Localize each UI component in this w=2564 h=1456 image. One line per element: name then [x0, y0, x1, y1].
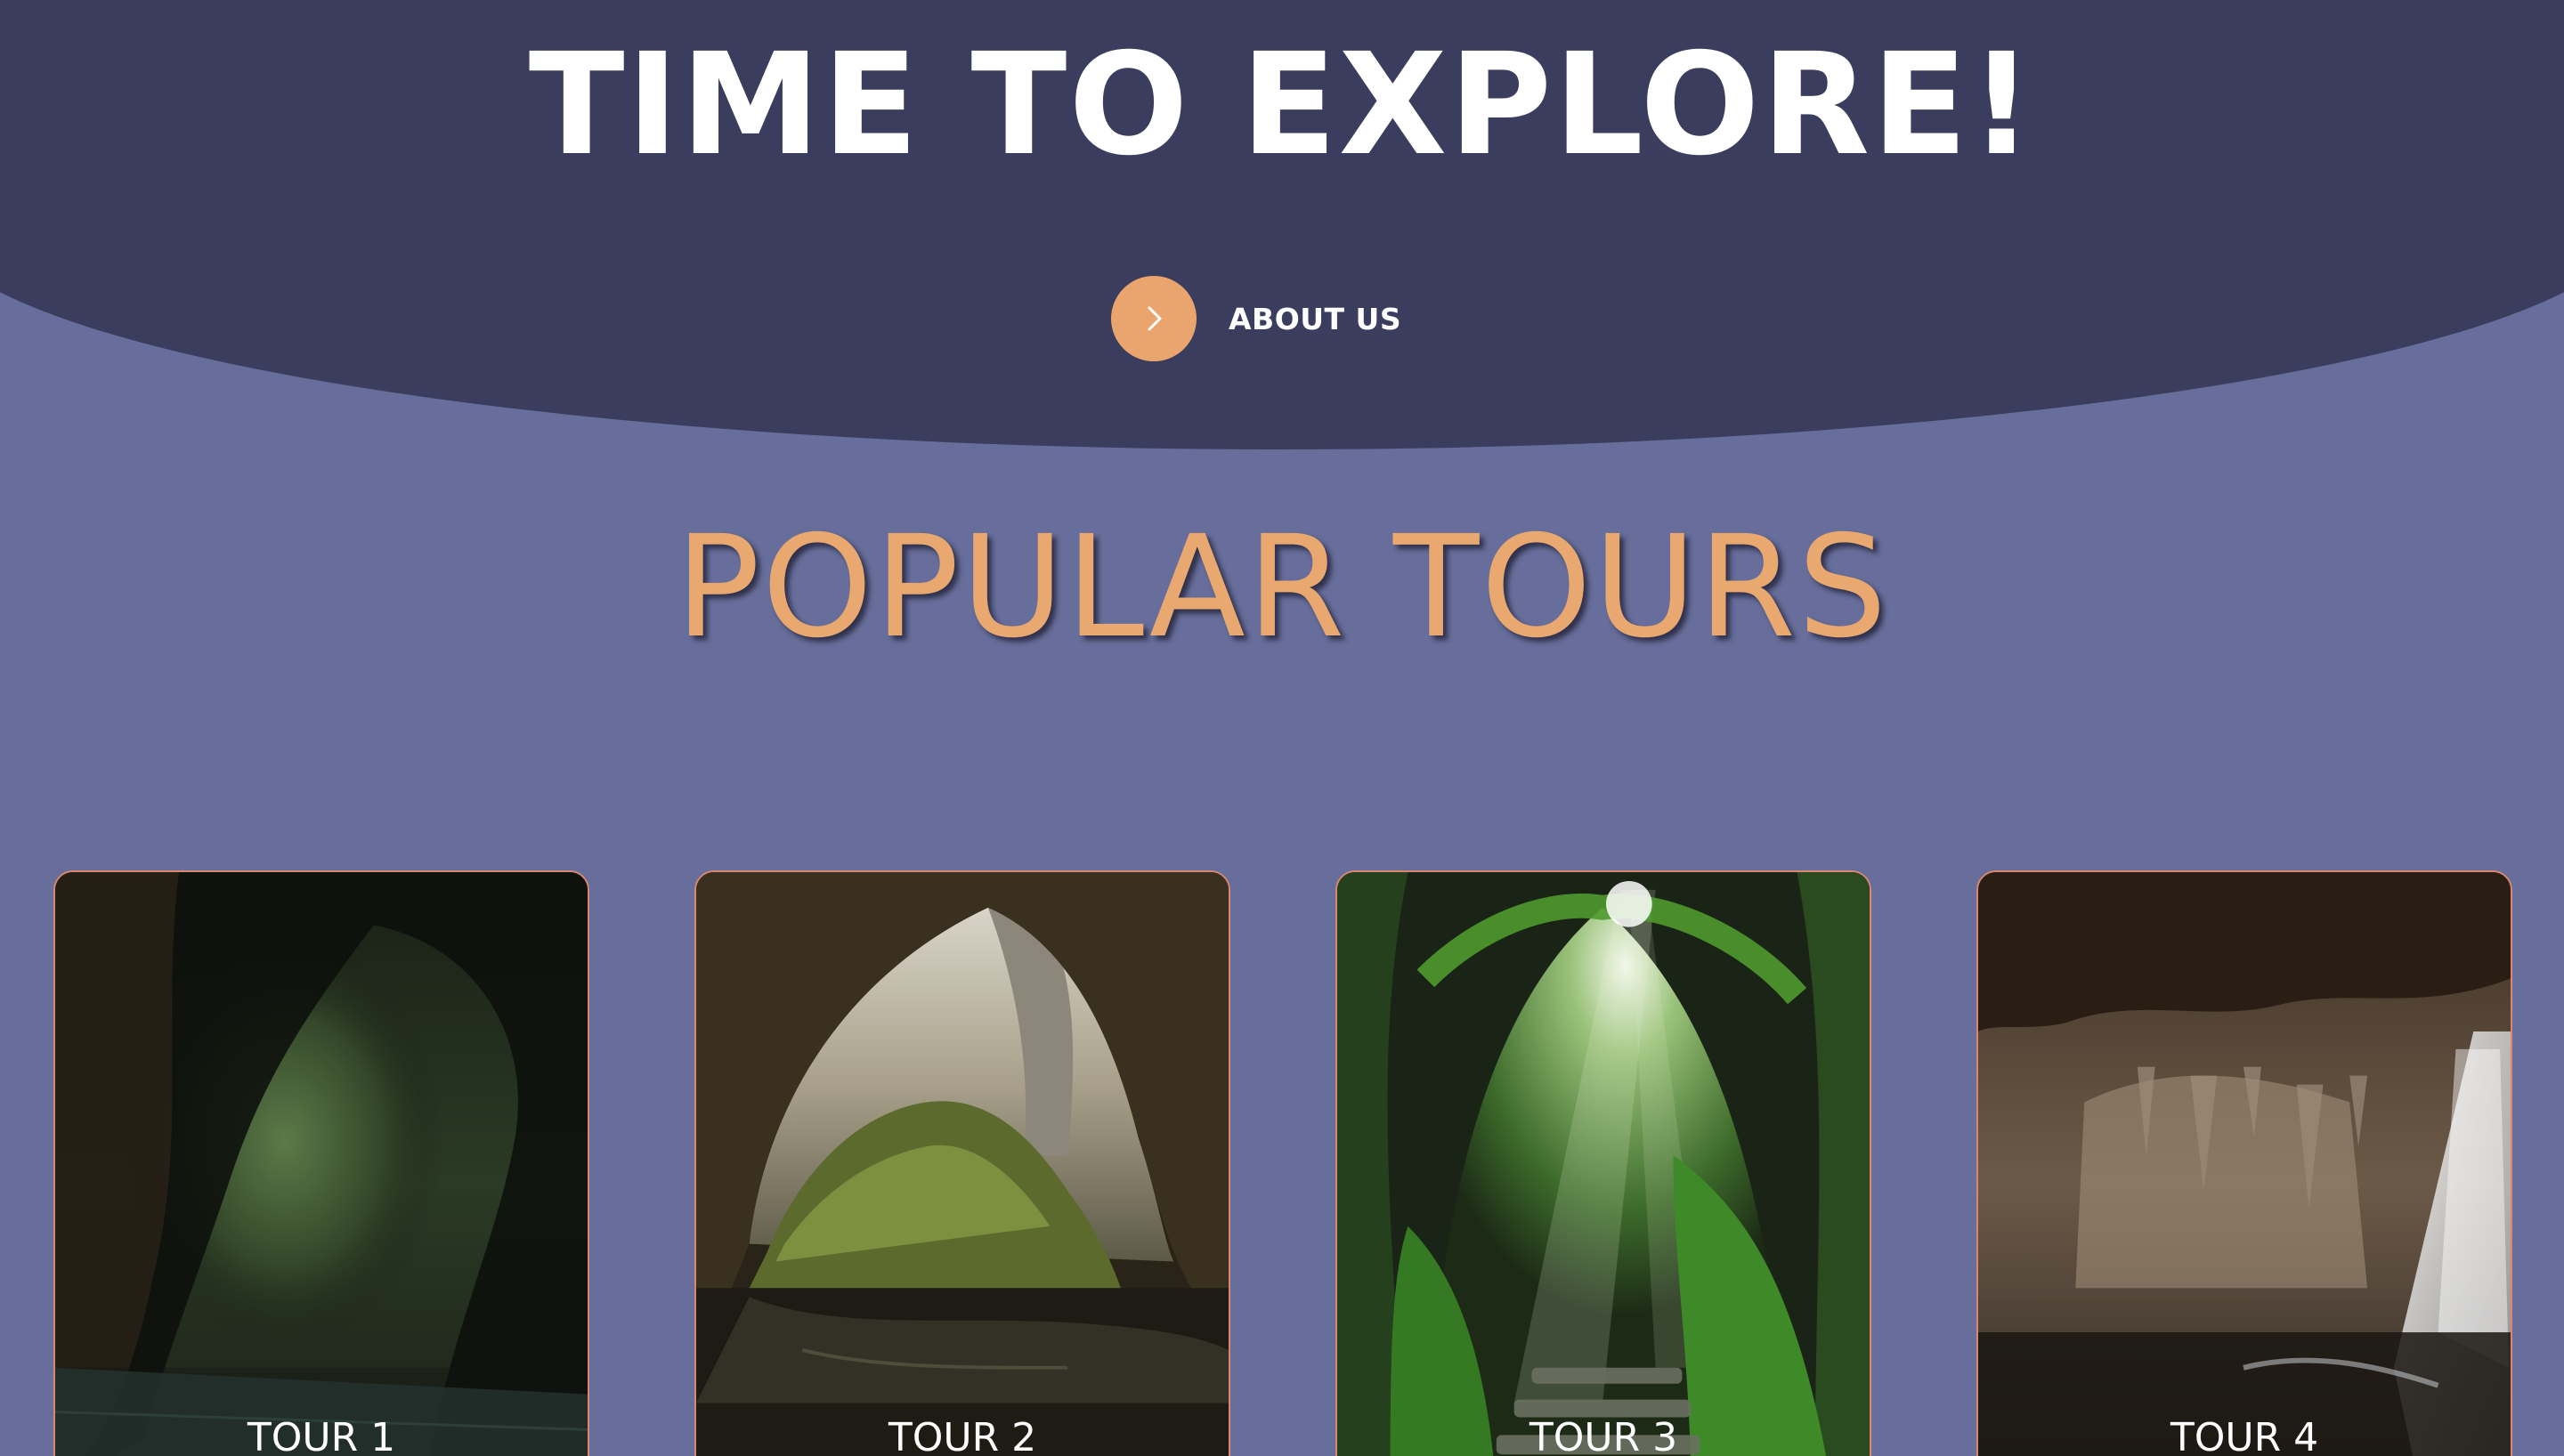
about-us-button[interactable]: ABOUT US [1111, 276, 1401, 361]
tour-image-4 [1978, 872, 2511, 1456]
tour-label-4: TOUR 4 [2170, 1415, 2319, 1456]
chevron-right-icon [1148, 306, 1162, 331]
tour-image-1 [55, 872, 588, 1456]
page: TIME TO EXPLORE! ABOUT US POPULAR TOURS [0, 0, 2564, 1456]
hero-title: TIME TO EXPLORE! [528, 23, 2036, 187]
tour-card-3[interactable]: TOUR 3 [1335, 870, 1871, 1456]
tour-card-4[interactable]: TOUR 4 [1976, 870, 2512, 1456]
section-title: POPULAR TOURS [675, 506, 1889, 669]
about-us-circle[interactable] [1111, 276, 1197, 361]
about-us-label[interactable]: ABOUT US [1229, 302, 1401, 336]
tour-label-1: TOUR 1 [247, 1415, 396, 1456]
tour-image-2 [696, 872, 1229, 1456]
tour-card-1[interactable]: TOUR 1 [53, 870, 589, 1456]
tour-label-3: TOUR 3 [1529, 1415, 1678, 1456]
tour-label-2: TOUR 2 [888, 1415, 1037, 1456]
tour-card-2[interactable]: TOUR 2 [694, 870, 1230, 1456]
tour-image-3 [1337, 872, 1870, 1456]
